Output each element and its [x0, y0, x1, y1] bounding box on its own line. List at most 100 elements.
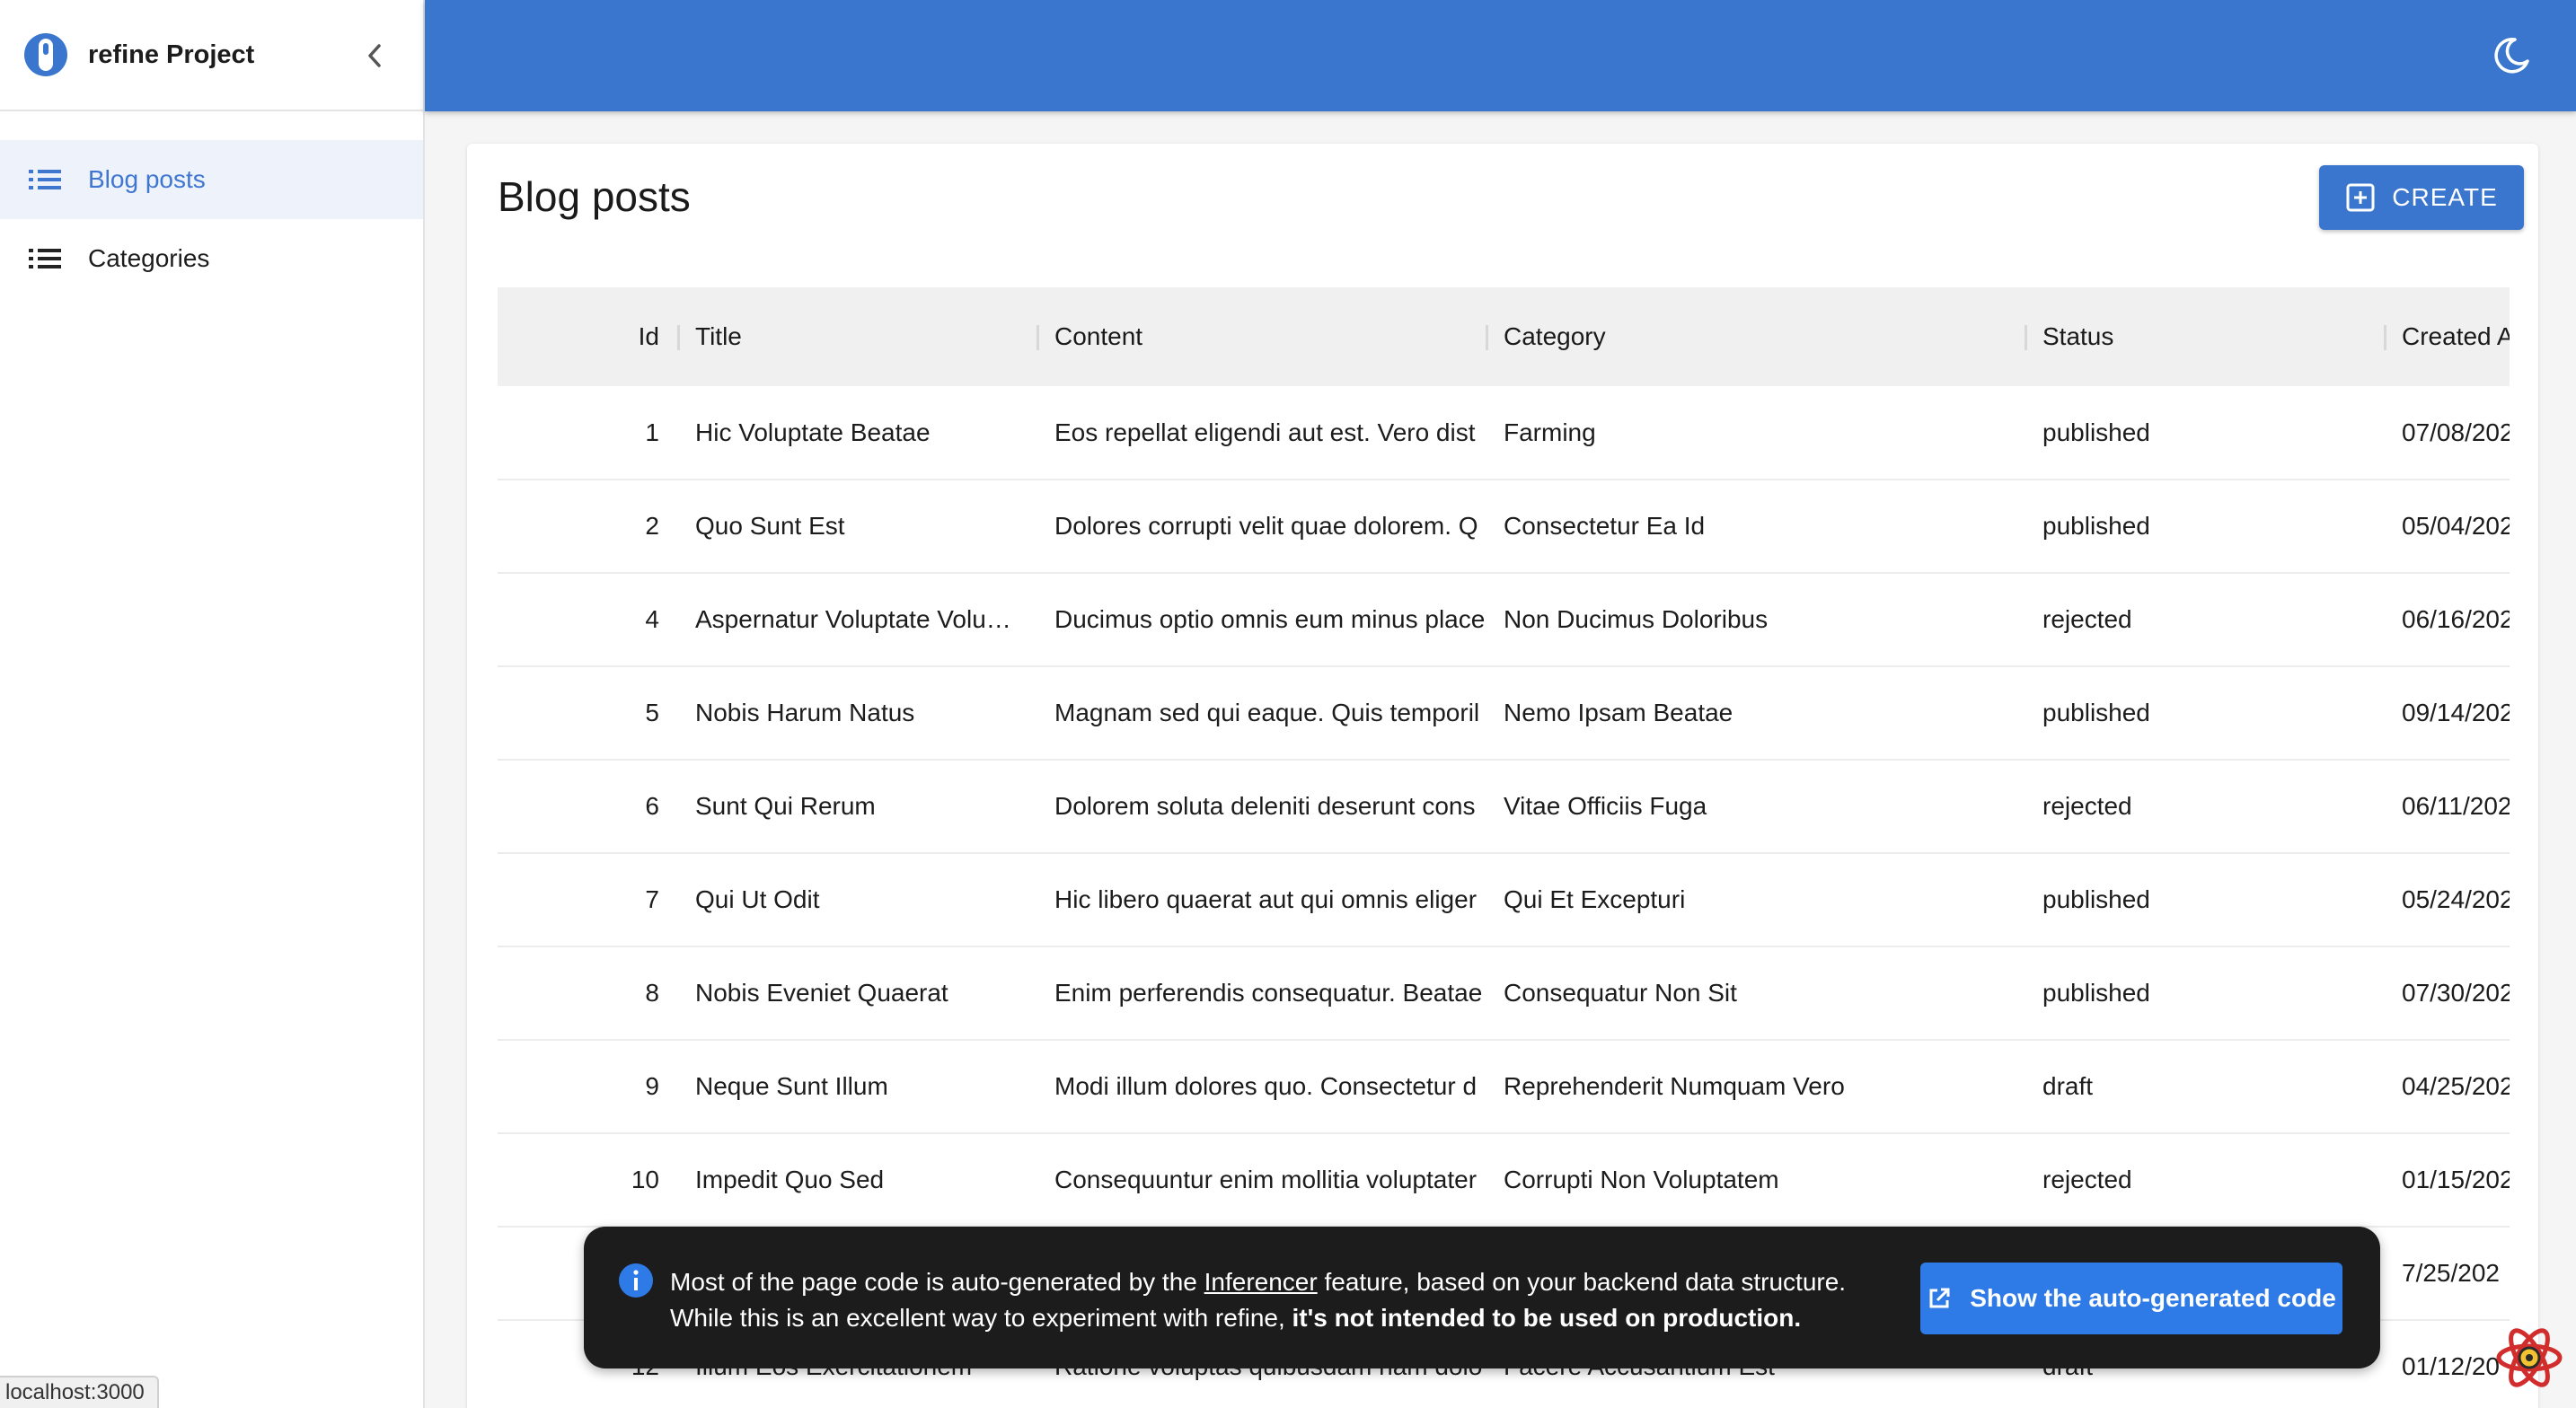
- cell-category: Vitae Officiis Fuga: [1504, 792, 1707, 820]
- cell-content: Dolorem soluta deleniti deserunt cons: [1054, 792, 1476, 820]
- notification-text: While this is an excellent way to experi…: [670, 1304, 1292, 1332]
- cell-status: draft: [2042, 1072, 2094, 1100]
- cell-title: Quo Sunt Est: [695, 512, 845, 540]
- cell-id: 4: [645, 605, 659, 633]
- cell-status: published: [2042, 885, 2150, 913]
- show-generated-code-label: Show the auto-generated code: [1970, 1284, 2336, 1312]
- list-icon: [29, 170, 61, 189]
- cell-content: Ducimus optio omnis eum minus place: [1054, 605, 1486, 633]
- page-title: Blog posts: [498, 173, 691, 220]
- dark-mode-toggle-icon[interactable]: [2490, 34, 2533, 77]
- table-header-row: Id Title Content Category Status Created…: [498, 287, 2510, 386]
- cell-title: Aspernatur Voluptate Volu…: [695, 605, 1011, 633]
- app-title: refine Project: [88, 40, 255, 69]
- cell-content: Dolores corrupti velit quae dolorem. Q: [1054, 512, 1478, 540]
- cell-title: Qui Ut Odit: [695, 885, 820, 913]
- table-row[interactable]: 4 Aspernatur Voluptate Volu… Ducimus opt…: [498, 573, 2510, 666]
- sidebar-item-blog-posts[interactable]: Blog posts: [0, 140, 423, 219]
- cell-content: Eos repellat eligendi aut est. Vero dist: [1054, 418, 1476, 446]
- table-row[interactable]: 8 Nobis Eveniet Quaerat Enim perferendis…: [498, 946, 2510, 1040]
- cell-category: Consequatur Non Sit: [1504, 979, 1737, 1007]
- sidebar-item-label: Blog posts: [88, 165, 206, 193]
- cell-category: Nemo Ipsam Beatae: [1504, 699, 1734, 726]
- cell-id: 1: [645, 418, 659, 446]
- cell-title: Nobis Harum Natus: [695, 699, 915, 726]
- cell-id: 5: [645, 699, 659, 726]
- cell-category: Reprehenderit Numquam Vero: [1504, 1072, 1845, 1100]
- cell-id: 8: [645, 979, 659, 1007]
- notification-message: Most of the page code is auto-generated …: [670, 1264, 1846, 1336]
- cell-created-at: 01/12/20: [2402, 1352, 2500, 1380]
- chevron-left-icon: [368, 44, 381, 67]
- create-button[interactable]: CREATE: [2319, 165, 2524, 230]
- cell-id: 9: [645, 1072, 659, 1100]
- cell-title: Neque Sunt Illum: [695, 1072, 888, 1100]
- table-row[interactable]: 1 Hic Voluptate Beatae Eos repellat elig…: [498, 386, 2510, 480]
- inferencer-link[interactable]: Inferencer: [1204, 1268, 1318, 1296]
- notification-line-2: While this is an excellent way to experi…: [670, 1300, 1846, 1336]
- cell-created-at: 7/25/202: [2402, 1259, 2500, 1287]
- collapse-sidebar-button[interactable]: [357, 38, 393, 74]
- info-icon: [619, 1263, 653, 1298]
- cell-id: 2: [645, 512, 659, 540]
- cell-created-at: 05/04/202: [2402, 512, 2510, 540]
- cell-created-at: 05/24/202: [2402, 885, 2510, 913]
- table-row[interactable]: 6 Sunt Qui Rerum Dolorem soluta deleniti…: [498, 760, 2510, 853]
- notification-line-1: Most of the page code is auto-generated …: [670, 1264, 1846, 1300]
- cell-created-at: 09/14/202: [2402, 699, 2510, 726]
- notification-text: Most of the page code is auto-generated …: [670, 1268, 1204, 1296]
- cell-category: Qui Et Excepturi: [1504, 885, 1686, 913]
- devtools-react-icon[interactable]: [2493, 1322, 2565, 1394]
- table-row[interactable]: 5 Nobis Harum Natus Magnam sed qui eaque…: [498, 666, 2510, 760]
- column-header-title[interactable]: Title: [677, 287, 1037, 386]
- cell-category: Farming: [1504, 418, 1596, 446]
- cell-content: Enim perferendis consequatur. Beatae: [1054, 979, 1483, 1007]
- cell-category: Corrupti Non Voluptatem: [1504, 1166, 1779, 1193]
- brand-header: refine Project: [0, 0, 423, 111]
- sidebar-item-categories[interactable]: Categories: [0, 219, 423, 298]
- cell-category: Non Ducimus Doloribus: [1504, 605, 1769, 633]
- sidebar-item-label: Categories: [88, 244, 210, 272]
- create-button-label: CREATE: [2392, 183, 2498, 211]
- cell-id: 10: [631, 1166, 659, 1193]
- cell-content: Consequuntur enim mollitia voluptater: [1054, 1166, 1478, 1193]
- table-row[interactable]: 9 Neque Sunt Illum Modi illum dolores qu…: [498, 1040, 2510, 1133]
- browser-status-url: localhost:3000: [0, 1376, 159, 1408]
- cell-content: Modi illum dolores quo. Consectetur d: [1054, 1072, 1478, 1100]
- sidebar: refine Project Blog posts Categories: [0, 0, 425, 1408]
- cell-id: 6: [645, 792, 659, 820]
- cell-id: 7: [645, 885, 659, 913]
- cell-title: Nobis Eveniet Quaerat: [695, 979, 948, 1007]
- list-icon: [29, 249, 61, 268]
- cell-category: Consectetur Ea Id: [1504, 512, 1706, 540]
- refine-logo-icon: [24, 33, 67, 76]
- cell-status: rejected: [2042, 1166, 2132, 1193]
- cell-created-at: 07/30/202: [2402, 979, 2510, 1007]
- inferencer-notification: Most of the page code is auto-generated …: [584, 1227, 2380, 1368]
- cell-title: Hic Voluptate Beatae: [695, 418, 931, 446]
- sidebar-nav: Blog posts Categories: [0, 111, 423, 298]
- top-app-bar: [425, 0, 2576, 111]
- cell-status: rejected: [2042, 792, 2132, 820]
- external-link-icon: [1929, 1288, 1950, 1308]
- table-row[interactable]: 7 Qui Ut Odit Hic libero quaerat aut qui…: [498, 853, 2510, 946]
- table-row[interactable]: 2 Quo Sunt Est Dolores corrupti velit qu…: [498, 480, 2510, 573]
- cell-created-at: 06/16/202: [2402, 605, 2510, 633]
- cell-status: rejected: [2042, 605, 2132, 633]
- cell-title: Sunt Qui Rerum: [695, 792, 876, 820]
- column-header-content[interactable]: Content: [1037, 287, 1486, 386]
- cell-status: published: [2042, 418, 2150, 446]
- cell-created-at: 07/08/202: [2402, 418, 2510, 446]
- column-header-id[interactable]: Id: [498, 287, 677, 386]
- table-row[interactable]: 10 Impedit Quo Sed Consequuntur enim mol…: [498, 1133, 2510, 1227]
- column-header-category[interactable]: Category: [1486, 287, 2025, 386]
- column-header-status[interactable]: Status: [2025, 287, 2384, 386]
- show-generated-code-button[interactable]: Show the auto-generated code: [1920, 1263, 2342, 1334]
- cell-title: Impedit Quo Sed: [695, 1166, 885, 1193]
- column-header-created-at[interactable]: Created A: [2384, 287, 2510, 386]
- cell-created-at: 04/25/202: [2402, 1072, 2510, 1100]
- add-box-icon: [2346, 183, 2375, 212]
- cell-status: published: [2042, 512, 2150, 540]
- list-card: Blog posts CREATE Id Title Content Categ…: [467, 144, 2538, 1408]
- cell-content: Magnam sed qui eaque. Quis temporil: [1054, 699, 1480, 726]
